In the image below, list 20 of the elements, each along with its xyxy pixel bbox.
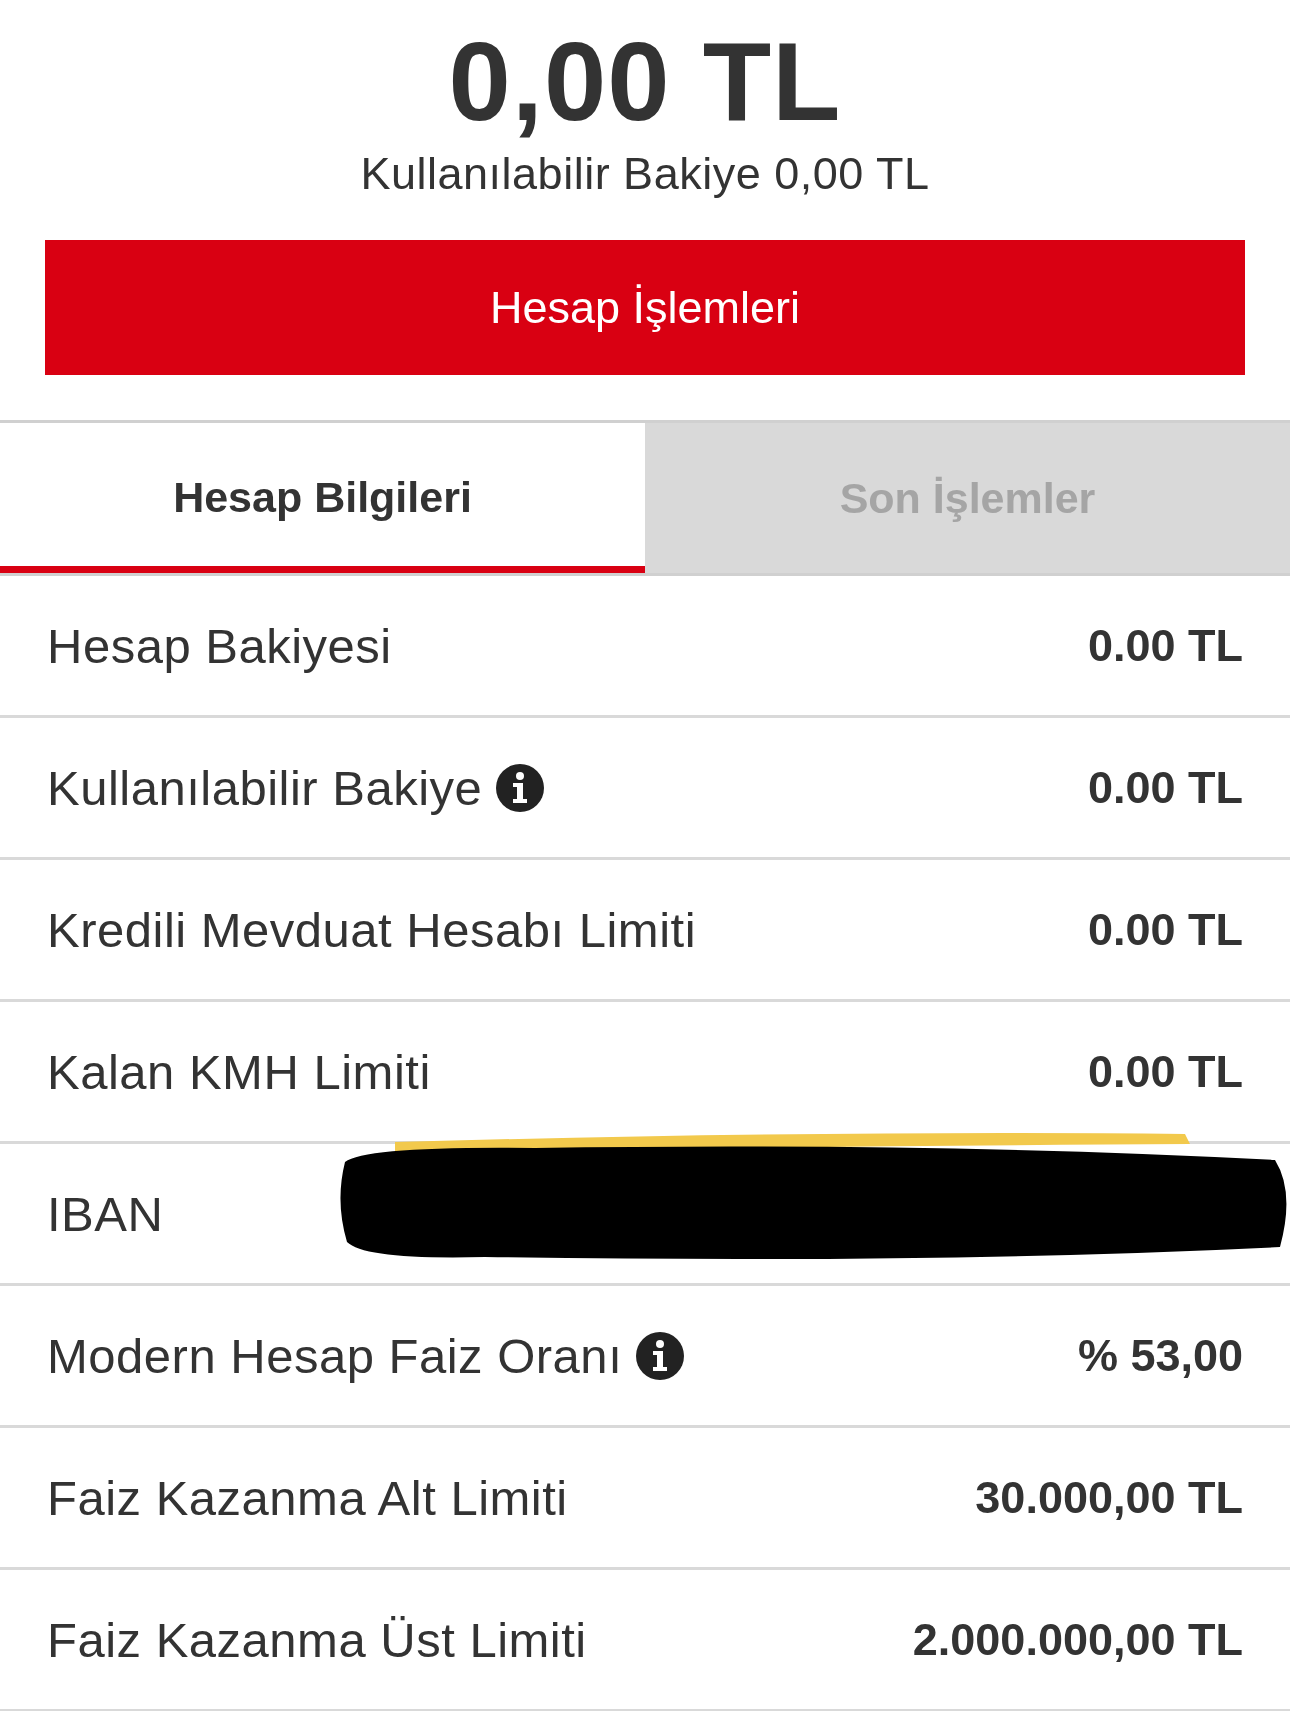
row-value: 0.00 TL	[1087, 761, 1243, 814]
info-icon[interactable]	[636, 1331, 685, 1380]
row-label: Kullanılabilir Bakiye	[47, 759, 483, 816]
info-icon[interactable]	[496, 763, 545, 812]
row-label: Kalan KMH Limiti	[47, 1043, 431, 1100]
account-actions-button[interactable]: Hesap İşlemleri	[45, 240, 1245, 375]
available-balance: Kullanılabilir Bakiye 0,00 TL	[360, 148, 930, 200]
row-value: 0.00 TL	[1087, 903, 1243, 956]
row-value: 2.000.000,00 TL	[912, 1613, 1243, 1666]
row-value: 0.00 TL	[1087, 619, 1243, 672]
row-value: 30.000,00 TL	[975, 1471, 1243, 1524]
row-value: % 53,00	[1077, 1329, 1243, 1382]
row-value: 0.00 TL	[1087, 1045, 1243, 1098]
balance-amount: 0,00 TL	[448, 22, 842, 142]
row-label: Faiz Kazanma Üst Limiti	[47, 1611, 587, 1668]
row-label: Faiz Kazanma Alt Limiti	[47, 1469, 568, 1526]
row-label: Modern Hesap Faiz Oranı	[47, 1327, 623, 1384]
row-label: Hesap Bakiyesi	[47, 617, 392, 674]
row-label: IBAN	[47, 1185, 164, 1242]
row-label: Kredili Mevduat Hesabı Limiti	[47, 901, 697, 958]
